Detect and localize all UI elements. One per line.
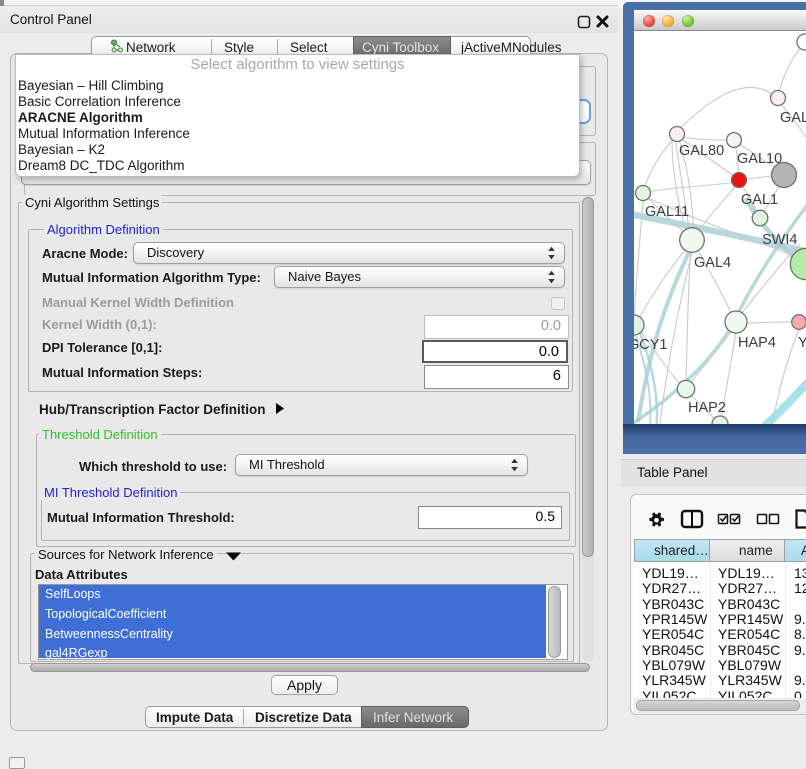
- svg-text:HAP2: HAP2: [688, 400, 726, 416]
- svg-text:Y: Y: [798, 335, 806, 351]
- svg-text:GAL7: GAL7: [780, 110, 806, 126]
- svg-text:GCY1: GCY1: [634, 337, 668, 353]
- svg-text:HAP4: HAP4: [738, 335, 776, 351]
- svg-text:SWI4: SWI4: [762, 232, 797, 248]
- svg-text:GAL1: GAL1: [741, 192, 778, 208]
- svg-text:GAL10: GAL10: [737, 151, 782, 167]
- svg-text:GAL4: GAL4: [694, 255, 731, 271]
- svg-text:GAL11: GAL11: [645, 204, 689, 220]
- svg-text:GAL80: GAL80: [679, 143, 724, 159]
